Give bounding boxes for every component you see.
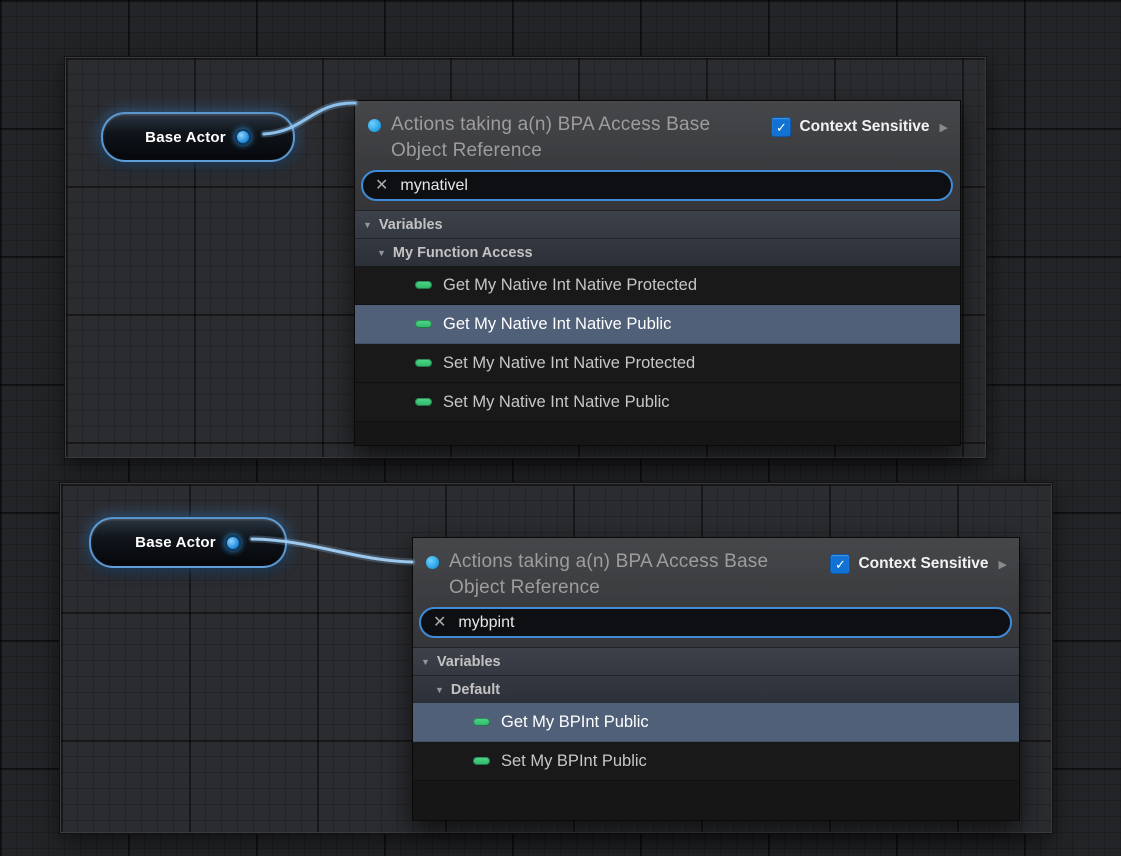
search-input[interactable] — [400, 177, 939, 195]
menu-header: Actions taking a(n) BPA Access Base Obje… — [413, 538, 1019, 605]
context-sensitive-toggle[interactable]: ✓ Context Sensitive ▶ — [771, 117, 948, 137]
search-row: ✕ — [413, 605, 1019, 647]
variable-pill-icon — [415, 398, 432, 406]
object-output-pin-icon[interactable] — [225, 535, 241, 551]
checkmark-icon: ✓ — [776, 121, 787, 134]
pin-type-dot-icon — [368, 119, 381, 132]
base-actor-node[interactable]: Base Actor — [89, 517, 287, 568]
pin-type-dot-icon — [426, 556, 439, 569]
clear-search-icon[interactable]: ✕ — [433, 615, 446, 631]
context-action-menu: Actions taking a(n) BPA Access Base Obje… — [412, 537, 1020, 821]
category-my-function-access[interactable]: ▼ My Function Access — [355, 238, 960, 266]
variable-pill-icon — [473, 718, 490, 726]
search-box[interactable]: ✕ — [419, 607, 1012, 638]
context-sensitive-toggle[interactable]: ✓ Context Sensitive ▶ — [830, 554, 1007, 574]
action-item-label: Get My Native Int Native Protected — [443, 276, 697, 295]
action-item[interactable]: Set My Native Int Native Public — [355, 383, 960, 422]
context-sensitive-label: Context Sensitive — [858, 555, 988, 573]
category-label: Variables — [437, 654, 501, 670]
action-list: Get My Native Int Native Protected Get M… — [355, 266, 960, 445]
category-variables[interactable]: ▼ Variables — [355, 210, 960, 238]
category-label: Variables — [379, 217, 443, 233]
variable-pill-icon — [415, 359, 432, 367]
category-label: Default — [451, 682, 500, 698]
search-row: ✕ — [355, 168, 960, 210]
variable-pill-icon — [473, 757, 490, 765]
context-action-menu: Actions taking a(n) BPA Access Base Obje… — [354, 100, 961, 446]
checkbox-icon[interactable]: ✓ — [771, 117, 791, 137]
action-item[interactable]: Set My Native Int Native Protected — [355, 344, 960, 383]
graph-panel-top: Base Actor Actions taking a(n) BPA Acces… — [65, 57, 986, 458]
checkmark-icon: ✓ — [835, 558, 846, 571]
node-label: Base Actor — [135, 534, 216, 551]
node-label: Base Actor — [145, 129, 226, 146]
chevron-right-icon[interactable]: ▶ — [999, 558, 1007, 571]
action-item-label: Get My Native Int Native Public — [443, 315, 671, 334]
variable-pill-icon — [415, 320, 432, 328]
action-list: Get My BPInt Public Set My BPInt Public — [413, 703, 1019, 820]
chevron-right-icon[interactable]: ▶ — [940, 121, 948, 134]
category-label: My Function Access — [393, 245, 533, 261]
chevron-down-icon: ▼ — [421, 657, 430, 667]
blueprint-canvas: Base Actor Actions taking a(n) BPA Acces… — [0, 0, 1121, 856]
chevron-down-icon: ▼ — [377, 248, 386, 258]
category-variables[interactable]: ▼ Variables — [413, 647, 1019, 675]
action-item[interactable]: Get My BPInt Public — [413, 703, 1019, 742]
action-item[interactable]: Get My Native Int Native Protected — [355, 266, 960, 305]
menu-title: Actions taking a(n) BPA Access Base Obje… — [391, 112, 736, 164]
action-item[interactable]: Set My BPInt Public — [413, 742, 1019, 781]
action-item-label: Set My Native Int Native Public — [443, 393, 670, 412]
search-input[interactable] — [458, 614, 998, 632]
variable-pill-icon — [415, 281, 432, 289]
graph-panel-bottom: Base Actor Actions taking a(n) BPA Acces… — [60, 483, 1052, 833]
action-item[interactable]: Get My Native Int Native Public — [355, 305, 960, 344]
chevron-down-icon: ▼ — [435, 685, 444, 695]
action-item-label: Get My BPInt Public — [501, 713, 649, 732]
checkbox-icon[interactable]: ✓ — [830, 554, 850, 574]
menu-title: Actions taking a(n) BPA Access Base Obje… — [449, 549, 794, 601]
action-item-label: Set My Native Int Native Protected — [443, 354, 695, 373]
menu-header: Actions taking a(n) BPA Access Base Obje… — [355, 101, 960, 168]
category-default[interactable]: ▼ Default — [413, 675, 1019, 703]
context-sensitive-label: Context Sensitive — [799, 118, 929, 136]
chevron-down-icon: ▼ — [363, 220, 372, 230]
base-actor-node[interactable]: Base Actor — [101, 112, 295, 162]
action-item-label: Set My BPInt Public — [501, 752, 647, 771]
object-output-pin-icon[interactable] — [235, 129, 251, 145]
search-box[interactable]: ✕ — [361, 170, 953, 201]
clear-search-icon[interactable]: ✕ — [375, 178, 388, 194]
